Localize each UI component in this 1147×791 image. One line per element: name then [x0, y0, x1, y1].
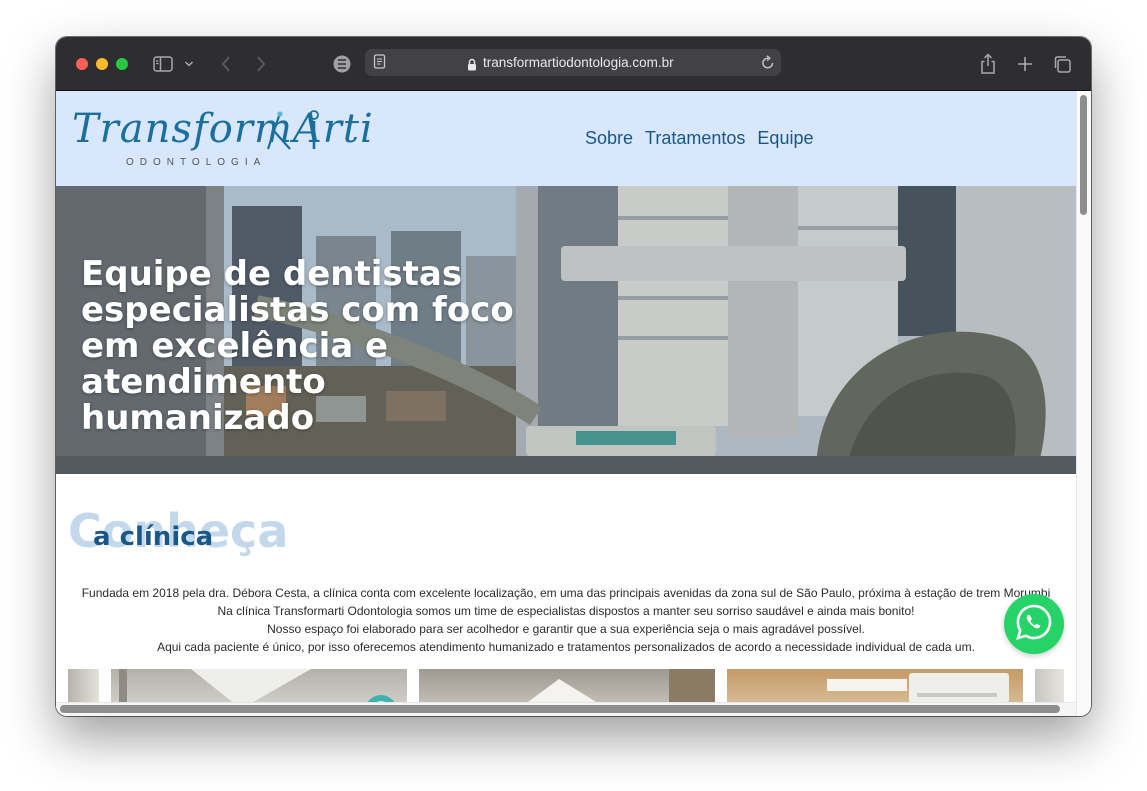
- minimize-window-button[interactable]: [96, 58, 108, 70]
- sidebar-icon[interactable]: [152, 51, 174, 77]
- nav-link-sobre[interactable]: Sobre: [585, 128, 633, 149]
- about-paragraph: Fundada em 2018 pela dra. Débora Cesta, …: [81, 586, 1051, 600]
- vertical-scrollbar-thumb[interactable]: [1080, 95, 1087, 215]
- whatsapp-icon: [1015, 603, 1053, 645]
- hero-title: Equipe de dentistas especialistas com fo…: [81, 254, 514, 438]
- url-text[interactable]: transformartiodontologia.com.br: [483, 49, 674, 76]
- address-bar[interactable]: transformartiodontologia.com.br: [365, 49, 781, 76]
- about-paragraph: Nosso espaço foi elaborado para ser acol…: [267, 622, 865, 636]
- about-paragraph: Na clínica Transformarti Odontologia som…: [217, 604, 915, 618]
- section-title: a clínica: [93, 522, 214, 552]
- reload-icon[interactable]: [761, 55, 775, 74]
- tabs-icon[interactable]: [1051, 51, 1073, 77]
- reader-icon[interactable]: [373, 54, 387, 74]
- whatsapp-button[interactable]: [1004, 594, 1064, 654]
- chevron-down-icon[interactable]: [182, 51, 196, 77]
- nav-link-equipe[interactable]: Equipe: [757, 128, 813, 149]
- about-paragraph: Aqui cada paciente é único, por isso ofe…: [157, 640, 975, 654]
- site-logo[interactable]: TransformArti ODONTOLOGIA: [72, 107, 373, 175]
- browser-window: transformartiodontologia.com.br Transfor…: [56, 37, 1091, 716]
- logo-subtitle: ODONTOLOGIA: [126, 157, 267, 168]
- tooth-tools-icon: [260, 109, 320, 155]
- about-text: Fundada em 2018 pela dra. Débora Cesta, …: [56, 584, 1076, 656]
- horizontal-scrollbar-thumb[interactable]: [60, 705, 1060, 713]
- logo-wordmark: TransformArti: [72, 106, 374, 152]
- about-section: Conheça a clínica Fundada em 2018 pela d…: [56, 474, 1076, 716]
- back-icon[interactable]: [216, 51, 236, 77]
- forward-icon[interactable]: [251, 51, 271, 77]
- nav-link-tratamentos[interactable]: Tratamentos: [645, 128, 745, 149]
- plus-icon[interactable]: [1014, 51, 1036, 77]
- privacy-icon[interactable]: [331, 51, 353, 77]
- browser-toolbar: transformartiodontologia.com.br: [56, 37, 1091, 91]
- page-viewport: TransformArti ODONTOLOGIA Sobre Tratamen…: [56, 91, 1091, 716]
- main-nav: Sobre Tratamentos Equipe: [585, 128, 813, 149]
- share-icon[interactable]: [977, 51, 999, 77]
- lock-icon: [467, 56, 477, 75]
- zoom-window-button[interactable]: [116, 58, 128, 70]
- hero-banner: Equipe de dentistas especialistas com fo…: [56, 186, 1076, 474]
- site-header: TransformArti ODONTOLOGIA Sobre Tratamen…: [56, 91, 1076, 186]
- close-window-button[interactable]: [76, 58, 88, 70]
